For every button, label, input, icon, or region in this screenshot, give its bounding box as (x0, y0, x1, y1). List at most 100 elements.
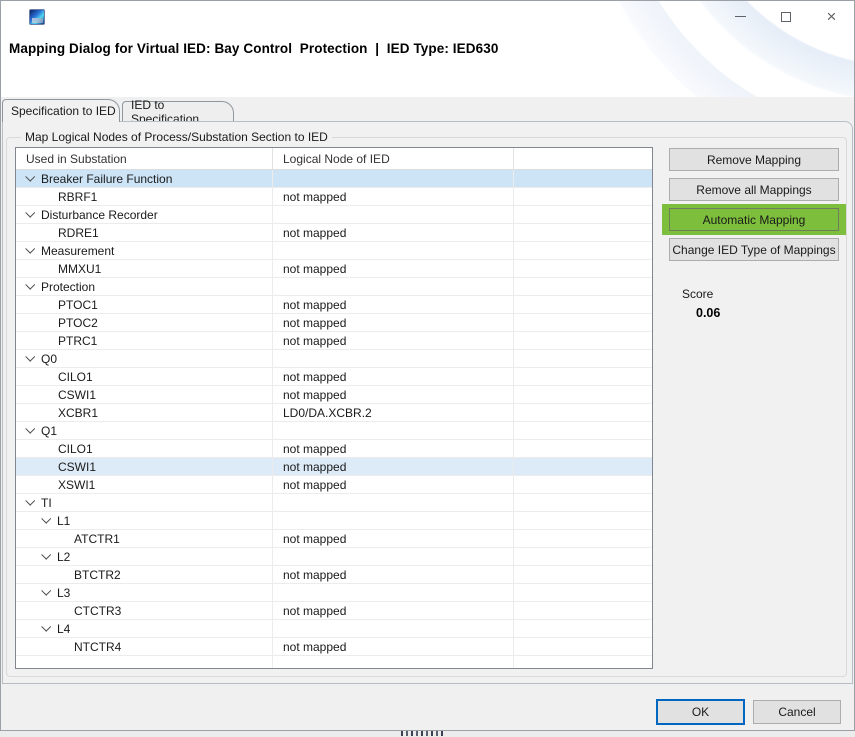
tree-indent (16, 394, 42, 395)
table-row[interactable]: RDRE1 not mapped (16, 224, 652, 242)
table-row[interactable]: XSWI1 not mapped (16, 476, 652, 494)
table-row[interactable]: CILO1not mapped (16, 440, 652, 458)
logical-node-cell: not mapped (273, 476, 514, 493)
minimize-button[interactable] (717, 1, 763, 32)
node-label: Breaker Failure Function (41, 172, 172, 186)
used-in-substation-cell: ATCTR1 (16, 530, 273, 547)
chevron-down-icon[interactable] (41, 621, 51, 631)
chevron-down-icon[interactable] (25, 243, 35, 253)
chevron-down-icon[interactable] (41, 549, 51, 559)
table-row[interactable]: Q1 (16, 422, 652, 440)
table-row[interactable]: TI (16, 494, 652, 512)
node-label: XCBR1 (58, 406, 98, 420)
table-row[interactable]: CTCTR3not mapped (16, 602, 652, 620)
column-header-used-in-substation[interactable]: Used in Substation (16, 148, 273, 169)
remove-all-mappings-button[interactable]: Remove all Mappings (669, 178, 839, 201)
change-ied-type-button[interactable]: Change IED Type of Mappings (669, 238, 839, 261)
background-window-sliver (0, 731, 855, 737)
tree-indent (16, 358, 26, 359)
extra-cell (514, 188, 652, 205)
node-label: Q1 (41, 424, 57, 438)
table-row[interactable]: Disturbance Recorder (16, 206, 652, 224)
node-label: ATCTR1 (74, 532, 120, 546)
tree-indent (16, 376, 42, 377)
table-row[interactable]: Q0 (16, 350, 652, 368)
tree-indent (16, 592, 42, 593)
app-icon (29, 9, 45, 25)
tree-indent (16, 412, 42, 413)
table-row[interactable]: CILO1not mapped (16, 368, 652, 386)
table-row[interactable]: L1 (16, 512, 652, 530)
ok-button[interactable]: OK (656, 699, 745, 725)
tree-indent (16, 178, 26, 179)
node-label: Disturbance Recorder (41, 208, 158, 222)
used-in-substation-cell: PTOC1 (16, 296, 273, 313)
column-header-logical-node-of-ied[interactable]: Logical Node of IED (273, 148, 514, 169)
extra-cell (514, 386, 652, 403)
chevron-down-icon[interactable] (41, 585, 51, 595)
automatic-mapping-button[interactable]: Automatic Mapping (669, 208, 839, 231)
chevron-down-icon[interactable] (25, 207, 35, 217)
table-row[interactable]: L2 (16, 548, 652, 566)
table-row[interactable]: L3 (16, 584, 652, 602)
table-row[interactable]: CSWI1not mapped (16, 386, 652, 404)
node-label: MMXU1 (58, 262, 101, 276)
tab-specification-to-ied[interactable]: Specification to IED (2, 99, 120, 122)
table-header-row: Used in Substation Logical Node of IED (16, 148, 652, 170)
chevron-down-icon[interactable] (25, 495, 35, 505)
table-row[interactable]: PTOC1not mapped (16, 296, 652, 314)
used-in-substation-cell: L4 (16, 620, 273, 637)
extra-cell (514, 224, 652, 241)
tree-indent (16, 322, 42, 323)
extra-cell (514, 476, 652, 493)
table-row[interactable]: NTCTR4not mapped (16, 638, 652, 656)
extra-cell (514, 296, 652, 313)
extra-cell (514, 566, 652, 583)
table-row[interactable]: ATCTR1not mapped (16, 530, 652, 548)
extra-cell (514, 422, 652, 439)
chevron-down-icon[interactable] (25, 351, 35, 361)
extra-cell (514, 584, 652, 601)
table-row[interactable]: RBRF1not mapped (16, 188, 652, 206)
remove-mapping-button[interactable]: Remove Mapping (669, 148, 839, 171)
tree-indent (16, 574, 58, 575)
table-row[interactable]: MMXU1not mapped (16, 260, 652, 278)
used-in-substation-cell: NTCTR4 (16, 638, 273, 655)
extra-cell (514, 638, 652, 655)
table-row[interactable]: XCBR1LD0/DA.XCBR.2 (16, 404, 652, 422)
used-in-substation-cell: PTRC1 (16, 332, 273, 349)
node-label: L4 (57, 622, 70, 636)
used-in-substation-cell: RBRF1 (16, 188, 273, 205)
node-label: RBRF1 (58, 190, 97, 204)
node-label: RDRE1 (58, 226, 99, 240)
table-row[interactable]: PTOC2not mapped (16, 314, 652, 332)
chevron-down-icon[interactable] (25, 171, 35, 181)
table-row[interactable]: Protection (16, 278, 652, 296)
node-label: TI (41, 496, 52, 510)
table-row[interactable]: BTCTR2not mapped (16, 566, 652, 584)
logical-node-cell: not mapped (273, 224, 514, 241)
dialog-title: Mapping Dialog for Virtual IED: Bay Cont… (9, 41, 498, 56)
table-row[interactable]: PTRC1not mapped (16, 332, 652, 350)
tree-indent (16, 304, 42, 305)
tab-ied-to-specification[interactable]: IED to Specification (122, 101, 234, 121)
node-label: Protection (41, 280, 95, 294)
used-in-substation-cell: L3 (16, 584, 273, 601)
chevron-down-icon[interactable] (25, 279, 35, 289)
cancel-button[interactable]: Cancel (753, 700, 841, 724)
column-header-extra[interactable] (514, 148, 652, 169)
table-row[interactable]: CSWI1not mapped (16, 458, 652, 476)
maximize-button[interactable] (763, 1, 809, 32)
extra-cell (514, 242, 652, 259)
chevron-down-icon[interactable] (25, 423, 35, 433)
table-row[interactable]: Breaker Failure Function (16, 170, 652, 188)
logical-node-cell (273, 206, 514, 223)
table-row[interactable]: Measurement (16, 242, 652, 260)
chevron-down-icon[interactable] (41, 513, 51, 523)
close-button[interactable]: × (809, 1, 854, 32)
table-row[interactable]: L4 (16, 620, 652, 638)
background-text-fragment (401, 731, 445, 736)
groupbox-label: Map Logical Nodes of Process/Substation … (21, 130, 332, 145)
logical-node-cell (273, 512, 514, 529)
node-label: XSWI1 (58, 478, 95, 492)
